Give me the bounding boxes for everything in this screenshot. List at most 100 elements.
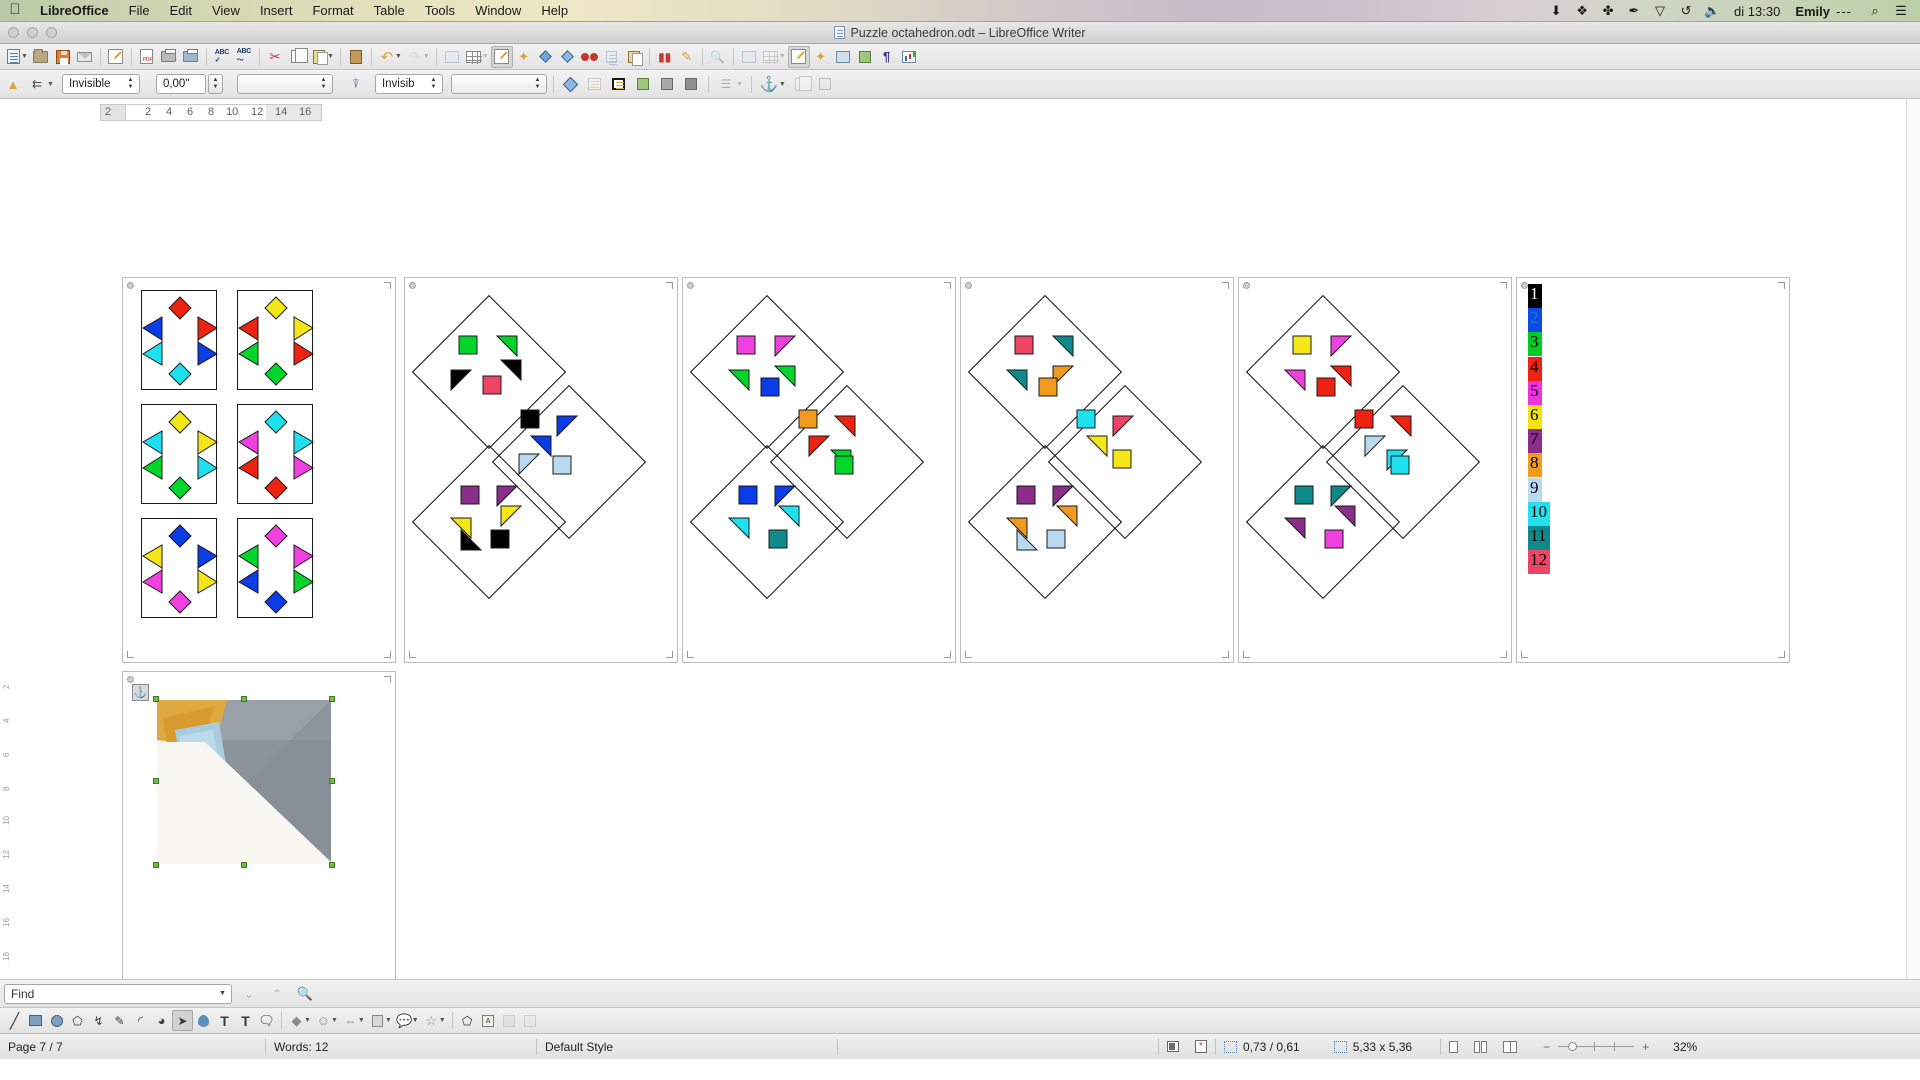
points-tool-icon[interactable]: ⬠	[457, 1010, 478, 1031]
insert-fontwork-icon[interactable]: ✦	[810, 46, 832, 68]
inserted-photo[interactable]	[153, 696, 335, 868]
card-2[interactable]	[237, 290, 314, 390]
draw-functions-icon[interactable]	[787, 45, 810, 68]
find-replace-icon[interactable]: 🔍	[707, 46, 729, 68]
area-style-icon[interactable]	[560, 73, 582, 95]
resize-handle-nw[interactable]	[153, 696, 159, 702]
comment-icon[interactable]: ▮▮	[654, 46, 676, 68]
arc-tool-icon[interactable]: ◜	[130, 1010, 151, 1031]
line-width-input[interactable]: 0,00"	[155, 74, 206, 94]
zoom-in-button[interactable]: +	[1642, 1040, 1649, 1054]
vertical-scrollbar[interactable]	[1906, 99, 1920, 979]
resize-handle-ne[interactable]	[329, 696, 335, 702]
select-tool-icon[interactable]: ➤	[172, 1010, 193, 1031]
line-color-combo[interactable]: ▲ ▼	[236, 74, 333, 94]
spotlight-search-icon[interactable]: ⌕	[1862, 3, 1888, 19]
fill-style-spinner-icon[interactable]: ▲ ▼	[427, 76, 440, 92]
card-6[interactable]	[237, 518, 314, 618]
horizontal-ruler[interactable]: 2 2 4 6 8 10 12 14 16	[100, 103, 322, 121]
spelling-icon[interactable]: ABC ✓	[211, 46, 233, 68]
menu-table[interactable]: Table	[364, 0, 415, 22]
timemachine-icon[interactable]: ↺	[1673, 3, 1699, 19]
selection-mode-icon[interactable]	[1159, 1034, 1187, 1060]
autospellcheck-icon[interactable]: ABC ～	[233, 46, 255, 68]
page-6[interactable]: 1 2 3 4 5 6 7 8 9 10 11 12	[1516, 277, 1790, 663]
vertical-ruler[interactable]: 2 4 6 8 10 12 14 16 18 20	[0, 659, 12, 979]
insert-hyperlink-icon[interactable]	[557, 46, 579, 68]
insert-text-box-icon[interactable]	[490, 45, 513, 68]
download-icon[interactable]: ⬇	[1543, 3, 1569, 19]
fill-style-combo[interactable]: Invisib ▲ ▼	[374, 74, 443, 94]
word-count[interactable]: Words: 12	[266, 1034, 536, 1060]
line-width-stepper[interactable]: ▲ ▼	[207, 74, 223, 94]
dropbox-icon[interactable]: ❖	[1569, 3, 1595, 19]
menu-insert[interactable]: Insert	[250, 0, 303, 22]
text-box-tool-icon[interactable]: T	[214, 1010, 235, 1031]
card-4[interactable]	[237, 404, 314, 504]
paste-icon[interactable]	[308, 46, 330, 68]
callouts-tool-icon[interactable]: 💬	[394, 1010, 415, 1031]
object-size[interactable]: 5,33 x 5,36	[1326, 1034, 1420, 1060]
print-preview-button[interactable]	[180, 46, 202, 68]
line-style-combo[interactable]: Invisible ▲ ▼	[61, 74, 140, 94]
print-button[interactable]	[158, 46, 180, 68]
wrap-through-icon[interactable]	[632, 73, 654, 95]
anchor-icon[interactable]: ⚓	[758, 73, 780, 95]
gallery-tool-icon[interactable]: A	[478, 1010, 499, 1031]
zoom-track[interactable]	[1558, 1042, 1635, 1051]
polygon-tool-icon[interactable]: ⬠	[67, 1010, 88, 1031]
clone-formatting-icon[interactable]	[345, 46, 367, 68]
wifi-icon[interactable]: ▽	[1647, 3, 1673, 19]
insert-field-icon[interactable]	[535, 46, 557, 68]
basic-shapes-tool-icon[interactable]: ◆	[286, 1010, 307, 1031]
cursor-position[interactable]: 0,73 / 0,61	[1216, 1034, 1308, 1060]
line-color-icon[interactable]: ▲	[2, 73, 24, 95]
line-style-spinner-icon[interactable]: ▲ ▼	[124, 76, 137, 92]
bring-to-front-icon[interactable]	[656, 73, 678, 95]
resize-handle-w[interactable]	[153, 778, 159, 784]
book-view-icon[interactable]	[1495, 1034, 1525, 1060]
ellipse-pie-tool-icon[interactable]: ◕	[151, 1010, 172, 1031]
resize-handle-n[interactable]	[241, 696, 247, 702]
wrap-on-icon[interactable]	[608, 73, 630, 95]
zoom-slider[interactable]: − +	[1535, 1034, 1657, 1060]
send-to-back-icon[interactable]	[680, 73, 702, 95]
undo-icon[interactable]: ↶	[376, 46, 398, 68]
group-icon[interactable]	[790, 73, 813, 95]
single-page-view-icon[interactable]	[1441, 1034, 1466, 1060]
language-indicator[interactable]	[838, 1034, 1158, 1060]
resize-handle-s[interactable]	[241, 862, 247, 868]
page-indicator[interactable]: Page 7 / 7	[0, 1034, 265, 1060]
vertical-text-tool-icon[interactable]: T	[235, 1010, 256, 1031]
insert-special-character-icon[interactable]: ✦	[513, 46, 535, 68]
zoom-knob[interactable]	[1568, 1042, 1578, 1051]
insert-frame-icon[interactable]	[854, 46, 876, 68]
arrow-style-icon[interactable]: ⇇	[26, 73, 48, 95]
arrow-style-caret-icon[interactable]: ▼	[47, 81, 54, 88]
page-3[interactable]	[682, 277, 956, 663]
bookmark-icon[interactable]	[601, 46, 623, 68]
formatting-marks-icon[interactable]: ¶	[876, 46, 898, 68]
email-document-button[interactable]	[74, 46, 96, 68]
highlighter-icon[interactable]: ✒	[1621, 3, 1647, 19]
ungroup-icon[interactable]	[814, 73, 836, 95]
fill-color-spinner-icon[interactable]: ▲ ▼	[531, 76, 544, 92]
insert-table-caret-icon[interactable]: ▼	[482, 53, 489, 60]
copy-icon[interactable]	[286, 46, 309, 68]
search-dropdown-icon[interactable]: ▼	[216, 986, 229, 1002]
edit-mode-button[interactable]	[105, 46, 127, 68]
menu-libreoffice[interactable]: LibreOffice	[30, 0, 119, 22]
line-color-spinner-icon[interactable]: ▲ ▼	[317, 76, 330, 92]
paint-bucket-icon[interactable]: ⍒	[345, 73, 367, 95]
document-work-area[interactable]: 2 2 4 6 8 10 12 14 16 2 4 6 8 10 12 14 1…	[0, 99, 1920, 979]
page-1[interactable]	[122, 277, 396, 663]
ellipse-tool-icon[interactable]	[46, 1010, 67, 1031]
find-and-replace-icon[interactable]: 🔍	[294, 983, 316, 1005]
card-1[interactable]	[141, 290, 218, 390]
flowchart-tool-icon[interactable]	[367, 1010, 388, 1031]
gallery-icon[interactable]	[738, 46, 760, 68]
insert-object-icon[interactable]	[832, 46, 854, 68]
menu-file[interactable]: File	[119, 0, 160, 22]
find-next-icon[interactable]: ⌄	[238, 983, 260, 1005]
insert-chart-icon[interactable]	[898, 46, 920, 68]
